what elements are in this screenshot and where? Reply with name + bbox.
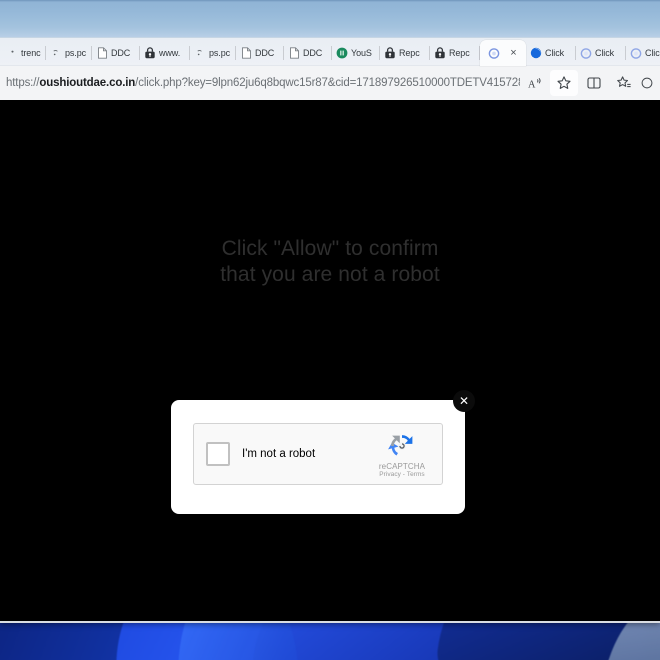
tab-close-button[interactable]: × (508, 47, 518, 59)
blue-ring-icon (488, 47, 500, 59)
generic-dot-icon (50, 47, 62, 59)
recaptcha-privacy-link[interactable]: Privacy (379, 471, 401, 478)
tab-title: YouS (351, 48, 372, 58)
window-title-bar[interactable] (0, 0, 660, 38)
browser-tab-active[interactable]: × (480, 40, 526, 66)
padlock-key-icon (144, 47, 156, 59)
recaptcha-legal-links[interactable]: Privacy - Terms (366, 471, 438, 479)
tab-title: trenc (21, 48, 41, 58)
recaptcha-brand-name: reCAPTCHA (378, 462, 426, 471)
generic-dot-icon (194, 47, 206, 59)
address-bar-input[interactable]: https://oushioutdae.co.in/click.php?key=… (6, 70, 520, 96)
url-scheme: https:// (6, 77, 40, 89)
recaptcha-legal-separator: - (402, 471, 406, 478)
browser-tab[interactable]: Click (526, 40, 576, 66)
generic-dot-icon (6, 47, 18, 59)
blue-ring-icon (630, 47, 642, 59)
browser-window: trenc ps.pc DDC www. ps.pc DDC DDC YouS … (0, 0, 660, 622)
tab-title: DDC (303, 48, 323, 58)
browser-tab[interactable]: Repc (430, 40, 480, 66)
recaptcha-terms-link[interactable]: Terms (407, 471, 425, 478)
green-circle-icon (336, 47, 348, 59)
recaptcha-widget[interactable]: I'm not a robot reCAPTCHA Privacy - Term… (193, 423, 443, 485)
read-aloud-icon[interactable]: A (520, 70, 548, 96)
split-screen-icon[interactable] (580, 70, 608, 96)
recaptcha-branding: reCAPTCHA Privacy - Terms (366, 429, 438, 479)
blue-ring-icon (580, 47, 592, 59)
browser-tab[interactable]: DDC (284, 40, 332, 66)
tab-title: Click (545, 48, 564, 58)
tab-title: ps.pc (65, 48, 87, 58)
browser-tab[interactable]: Repc (380, 40, 430, 66)
browser-tab[interactable]: Click (626, 40, 660, 66)
browser-tab[interactable]: www. (140, 40, 190, 66)
browser-tab[interactable]: DDC (92, 40, 140, 66)
browser-essentials-icon[interactable] (640, 70, 654, 96)
address-bar-row: https://oushioutdae.co.in/click.php?key=… (0, 66, 660, 100)
tab-title: Repc (399, 48, 420, 58)
page-heading-line-1: Click "Allow" to confirm (221, 237, 439, 260)
padlock-key-icon (384, 47, 396, 59)
page-heading: Click "Allow" to confirm that you are no… (0, 236, 660, 288)
browser-tab[interactable]: ps.pc (190, 40, 236, 66)
tab-title: Click (645, 48, 660, 58)
browser-tab[interactable]: ps.pc (46, 40, 92, 66)
svg-text:A: A (527, 79, 535, 90)
browser-tab[interactable]: Click (576, 40, 626, 66)
page-heading-line-2: that you are not a robot (220, 263, 440, 286)
tab-title: Repc (449, 48, 470, 58)
url-domain: oushioutdae.co.in (39, 77, 136, 89)
tab-title: Click (595, 48, 614, 58)
omnibox-toolbar: A (520, 70, 654, 96)
window-bottom-edge (0, 621, 660, 623)
recaptcha-label: I'm not a robot (242, 448, 316, 460)
recaptcha-checkbox[interactable] (206, 442, 230, 466)
tab-title: ps.pc (209, 48, 231, 58)
web-page-content: Click "Allow" to confirm that you are no… (0, 100, 660, 622)
browser-tab[interactable]: trenc (2, 40, 46, 66)
browser-tab[interactable]: DDC (236, 40, 284, 66)
tab-title: DDC (255, 48, 275, 58)
document-icon (240, 47, 252, 59)
document-icon (96, 47, 108, 59)
url-text: https://oushioutdae.co.in/click.php?key=… (6, 77, 520, 89)
tab-strip: trenc ps.pc DDC www. ps.pc DDC DDC YouS … (0, 38, 660, 66)
document-icon (288, 47, 300, 59)
favorites-star-icon[interactable] (550, 70, 578, 96)
url-path: /click.php?key=9lpn62ju6q8bqwc15r87&cid=… (135, 77, 520, 89)
browser-tab[interactable]: YouS (332, 40, 380, 66)
blue-swirl-icon (530, 47, 542, 59)
close-icon[interactable]: ✕ (453, 390, 475, 412)
padlock-key-icon (434, 47, 446, 59)
collections-icon[interactable] (610, 70, 638, 96)
tab-title: www. (159, 48, 181, 58)
captcha-popup-dialog: ✕ I'm not a robot reCAPTCHA Privacy - Te… (171, 390, 475, 514)
recaptcha-logo-icon (388, 435, 413, 456)
tab-title: DDC (111, 48, 131, 58)
